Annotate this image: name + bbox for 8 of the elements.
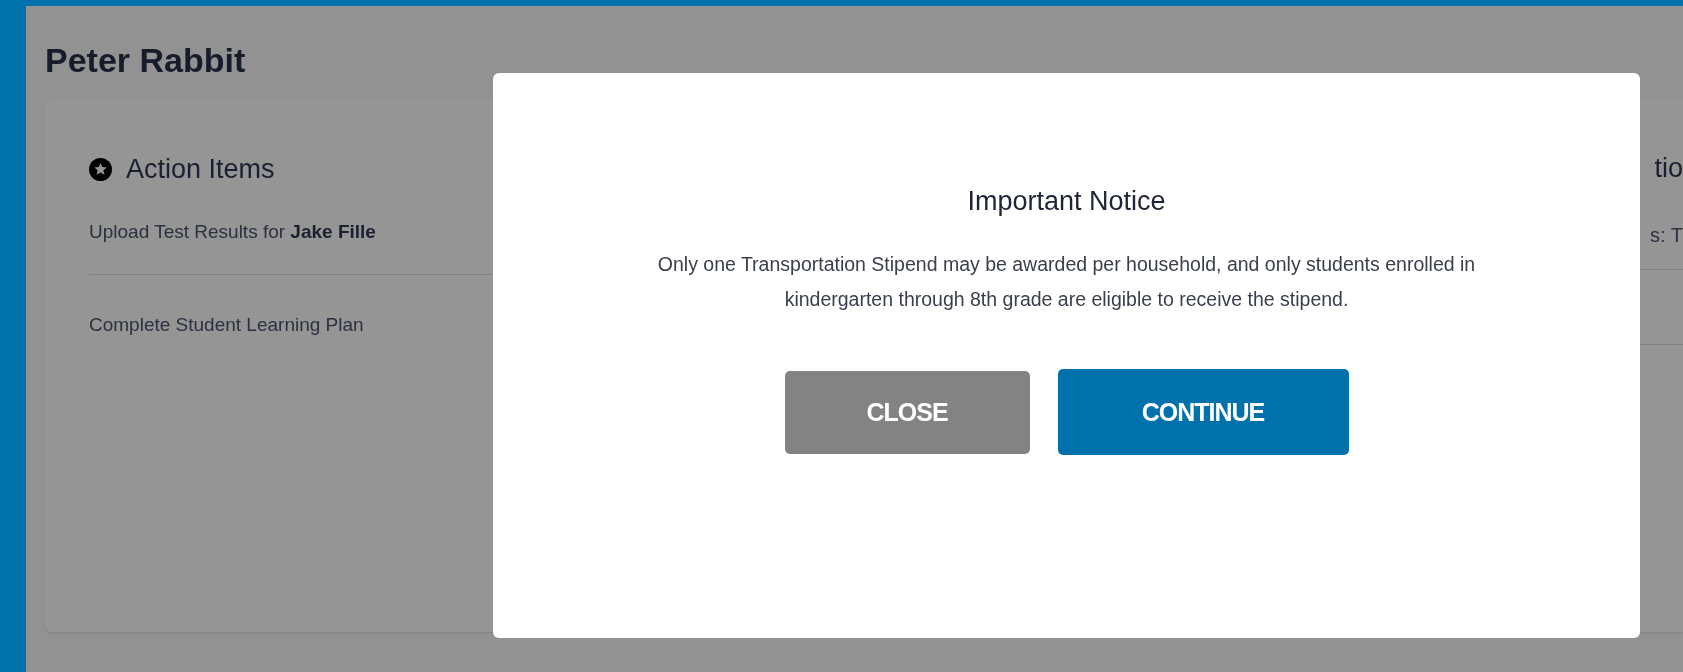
close-button[interactable]: CLOSE [784, 370, 1030, 454]
card-title: tio [1653, 153, 1683, 185]
continue-button[interactable]: CONTINUE [1057, 369, 1349, 455]
dialog-title: Important Notice [967, 185, 1166, 217]
side-item-text: s: T [1649, 223, 1683, 247]
card-title: Action Items [126, 153, 275, 185]
page-title: Peter Rabbit [45, 40, 247, 81]
dialog-message: Only one Transportation Stipend may be awarded per household, and only students enrolled in kindergarten through 8th grade are eligible to receive the stipend. [656, 252, 1477, 312]
